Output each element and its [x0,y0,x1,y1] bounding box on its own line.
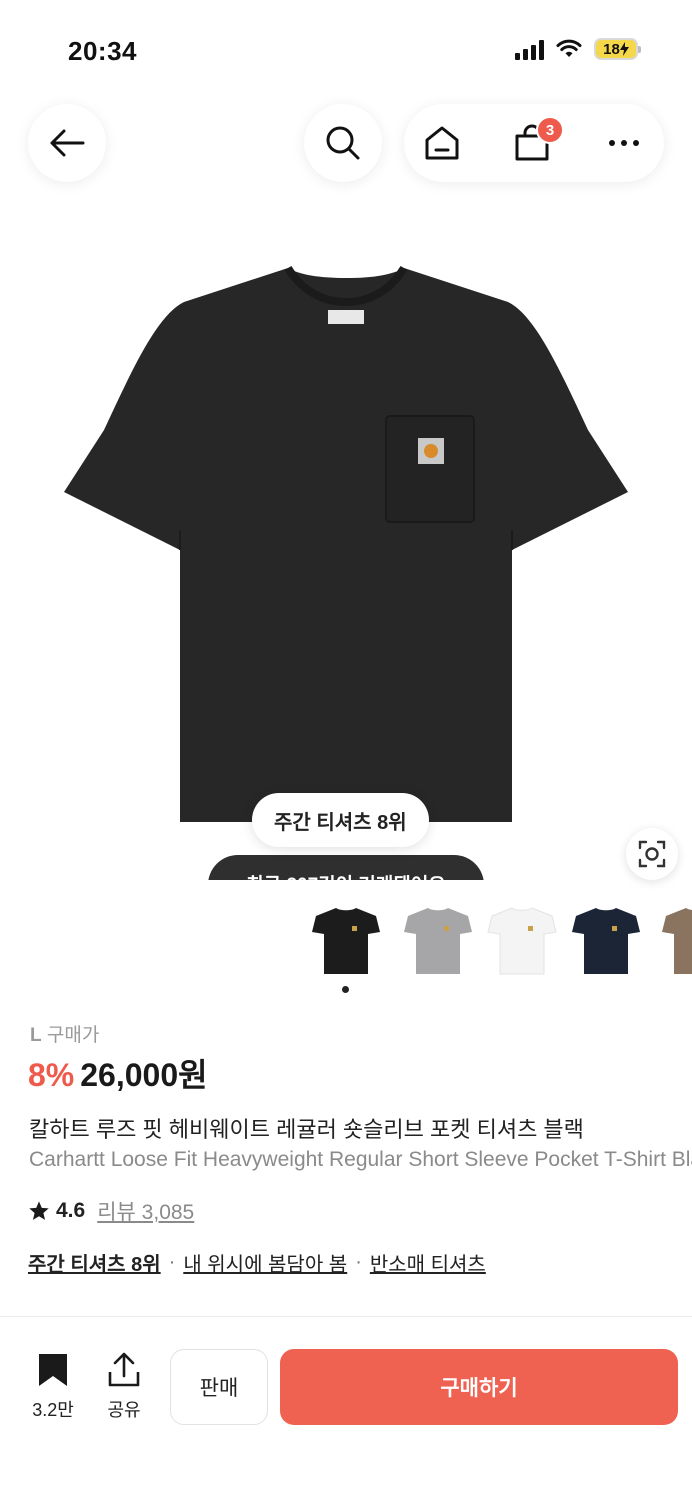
discount-rate: 8% [28,1057,75,1093]
lens-scan-icon [638,840,666,868]
sell-button[interactable]: 판매 [170,1349,268,1425]
tshirt-thumb-icon [487,907,557,975]
product-title-korean: 칼하트 루즈 핏 헤비웨이트 레귤러 숏슬리브 포켓 티셔츠 블랙 [29,1117,584,1142]
swatch-black[interactable] [304,898,388,982]
section-divider [0,1316,692,1317]
product-image[interactable] [0,230,692,880]
price-type-label: 구매가 [46,1025,100,1046]
rating-row: 4.6 리뷰 3,085 [28,1196,194,1226]
tag-weekly-rank[interactable]: 주간 티셔츠 8위 [28,1248,161,1277]
color-swatch-list [304,898,692,982]
share-icon [108,1352,140,1387]
price: 26,000원 [80,1057,208,1093]
swatch-navy[interactable] [564,898,648,982]
search-icon [326,126,360,160]
bookmark-icon [39,1354,67,1386]
size-price-type: L 구매가 [30,1020,99,1047]
more-horizontal-icon [609,140,639,146]
bookmark-button[interactable]: 3.2만 [24,1352,82,1422]
search-button[interactable] [304,104,382,182]
swatch-brown[interactable] [654,898,692,982]
battery-level: 18 [603,40,620,58]
tag-separator: · [355,1251,362,1273]
more-button[interactable] [604,123,644,163]
rating-value: 4.6 [56,1199,86,1222]
home-button[interactable] [422,123,462,163]
weekly-rank-chip[interactable]: 주간 티셔츠 8위 [252,793,429,847]
selected-size: L [30,1025,42,1046]
status-bar: 20:34 18 [0,0,692,100]
battery-indicator: 18 [594,38,641,60]
tshirt-illustration [64,265,628,822]
status-indicators: 18 [515,38,641,60]
home-icon [425,126,459,160]
status-time: 20:34 [68,36,137,66]
price-row: 8% 26,000원 [28,1050,208,1096]
tag-links-row: 주간 티셔츠 8위 · 내 위시에 봄담아 봄 · 반소매 티셔츠 [28,1248,486,1277]
header-nav-group [404,104,664,182]
cart-count-badge: 3 [536,116,564,144]
tshirt-thumb-icon [662,908,692,974]
tshirt-thumb-icon [312,908,380,974]
charging-bolt-icon [619,42,629,56]
tag-separator: · [168,1251,176,1273]
tag-wishlist[interactable]: 내 위시에 봄담아 봄 [183,1248,347,1277]
swatch-grey[interactable] [396,898,480,982]
review-link[interactable]: 리뷰 3,085 [97,1196,194,1226]
share-button[interactable]: 공유 [96,1352,152,1422]
swatch-white[interactable] [480,898,564,982]
cellular-signal-icon [515,38,544,60]
back-button[interactable] [28,104,106,182]
tag-category[interactable]: 반소매 티셔츠 [370,1248,486,1277]
share-label: 공유 [107,1400,141,1420]
product-title-english: Carhartt Loose Fit Heavyweight Regular S… [29,1148,692,1171]
wifi-icon [556,39,582,57]
tshirt-thumb-icon [572,908,640,974]
buy-button[interactable]: 구매하기 [280,1349,678,1425]
bookmark-count: 3.2만 [32,1400,74,1420]
star-icon [29,1201,49,1220]
arrow-left-icon [50,129,85,157]
image-search-button[interactable] [626,828,678,880]
tshirt-thumb-icon [404,908,472,974]
carousel-indicator-dot [342,986,349,993]
